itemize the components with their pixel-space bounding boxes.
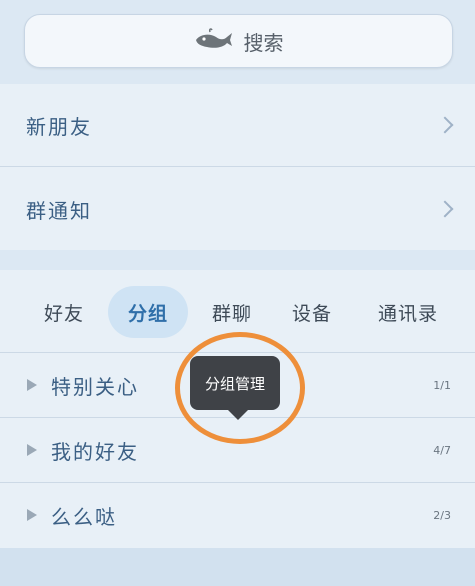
manage-groups-tooltip[interactable]: 分组管理: [190, 356, 280, 420]
bottom-bar: [0, 548, 475, 586]
notification-section: 新朋友 群通知: [0, 84, 475, 250]
new-friends-row[interactable]: 新朋友: [0, 84, 475, 166]
group-notice-row[interactable]: 群通知: [0, 168, 475, 250]
group-count: 4/7: [433, 443, 451, 457]
group-count: 2/3: [433, 508, 451, 522]
group-row-memeda[interactable]: 么么哒 2/3: [0, 483, 475, 547]
tooltip-label: 分组管理: [204, 374, 265, 393]
contacts-tab-bar: 好友 分组 群聊 设备 通讯录: [0, 286, 475, 338]
expand-triangle-icon: [27, 509, 37, 521]
chevron-right-icon: [436, 116, 454, 134]
group-name: 特别关心: [51, 374, 139, 399]
group-count: 1/1: [433, 378, 451, 392]
top-bar: 搜索: [0, 0, 475, 84]
tab-friends[interactable]: 好友: [28, 286, 100, 338]
group-notice-label: 群通知: [26, 198, 92, 223]
search-label: 搜索: [243, 30, 284, 55]
search-bar[interactable]: 搜索: [24, 14, 453, 68]
tooltip-arrow: [228, 410, 248, 420]
whale-icon: [194, 26, 234, 57]
new-friends-label: 新朋友: [26, 114, 92, 139]
group-name: 么么哒: [51, 504, 117, 529]
expand-triangle-icon: [27, 379, 37, 391]
group-row-my-friends[interactable]: 我的好友 4/7: [0, 418, 475, 482]
chevron-right-icon: [436, 200, 454, 218]
tab-group-chats[interactable]: 群聊: [196, 286, 268, 338]
divider: [0, 166, 475, 167]
tab-address-book[interactable]: 通讯录: [362, 286, 454, 338]
tab-devices[interactable]: 设备: [276, 286, 348, 338]
group-name: 我的好友: [51, 439, 139, 464]
tab-groups[interactable]: 分组: [108, 286, 188, 338]
expand-triangle-icon: [27, 444, 37, 456]
